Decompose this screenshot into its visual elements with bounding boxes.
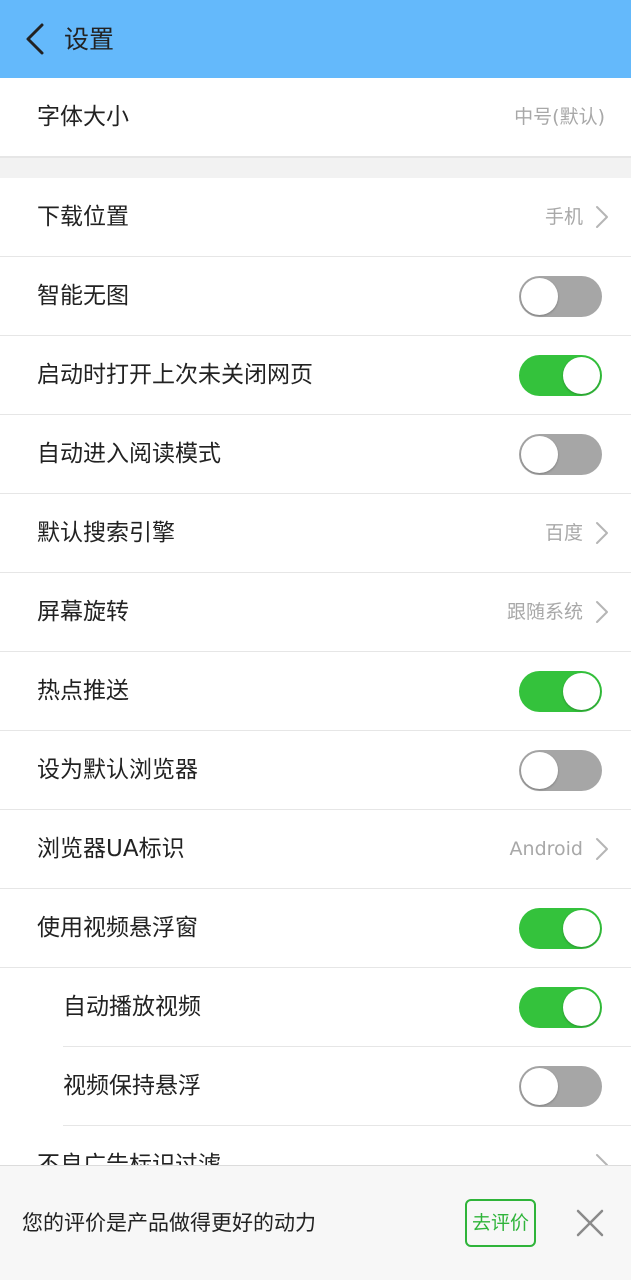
close-rating-button[interactable] [574, 1207, 606, 1239]
chevron-right-icon [596, 206, 608, 228]
setting-row-10[interactable]: 浏览器UA标识 Android [0, 810, 631, 889]
section-gap [0, 157, 631, 178]
toggle-knob [563, 989, 600, 1026]
setting-value: 跟随系统 [506, 601, 583, 623]
rating-prompt-bar: 您的评价是产品做得更好的动力 去评价 [0, 1165, 631, 1280]
setting-label: 智能无图 [37, 283, 129, 309]
setting-value: Android [509, 838, 583, 860]
setting-label: 浏览器UA标识 [37, 836, 185, 862]
toggle-switch[interactable] [519, 671, 602, 712]
row-divider [0, 156, 631, 157]
setting-label: 热点推送 [37, 678, 129, 704]
setting-label: 屏幕旋转 [37, 599, 129, 625]
rating-prompt-text: 您的评价是产品做得更好的动力 [22, 1211, 316, 1235]
setting-value: 手机 [544, 206, 583, 228]
setting-label: 下载位置 [37, 204, 129, 230]
setting-label: 使用视频悬浮窗 [37, 915, 198, 941]
setting-row-2[interactable]: 下载位置 手机 [0, 178, 631, 257]
toggle-knob [563, 910, 600, 947]
toggle-switch[interactable] [519, 276, 602, 317]
setting-label: 设为默认浏览器 [37, 757, 198, 783]
toggle-switch[interactable] [519, 908, 602, 949]
setting-row-3[interactable]: 智能无图 [0, 257, 631, 336]
setting-label: 自动播放视频 [63, 994, 201, 1020]
setting-row-12[interactable]: 自动播放视频 [0, 968, 631, 1047]
setting-row-4[interactable]: 启动时打开上次未关闭网页 [0, 336, 631, 415]
setting-label: 启动时打开上次未关闭网页 [37, 362, 313, 388]
chevron-right-icon [596, 522, 608, 544]
page-title: 设置 [64, 25, 115, 54]
setting-row-6[interactable]: 默认搜索引擎 百度 [0, 494, 631, 573]
toggle-knob [521, 1068, 558, 1105]
setting-row-5[interactable]: 自动进入阅读模式 [0, 415, 631, 494]
setting-label: 字体大小 [37, 104, 129, 130]
setting-value: 百度 [544, 522, 583, 544]
close-icon [576, 1209, 604, 1237]
toggle-switch[interactable] [519, 355, 602, 396]
setting-row-0[interactable]: 字体大小 中号(默认) [0, 78, 631, 157]
toggle-knob [521, 436, 558, 473]
setting-row-11[interactable]: 使用视频悬浮窗 [0, 889, 631, 968]
toggle-switch[interactable] [519, 987, 602, 1028]
setting-value: 中号(默认) [514, 106, 605, 128]
chevron-right-icon [596, 1154, 608, 1165]
toggle-switch[interactable] [519, 750, 602, 791]
toggle-switch[interactable] [519, 1066, 602, 1107]
toggle-knob [521, 752, 558, 789]
setting-row-9[interactable]: 设为默认浏览器 [0, 731, 631, 810]
setting-row-8[interactable]: 热点推送 [0, 652, 631, 731]
setting-label: 不良广告标识过滤 [37, 1152, 221, 1165]
back-button[interactable] [20, 22, 50, 56]
setting-label: 自动进入阅读模式 [37, 441, 221, 467]
setting-row-13[interactable]: 视频保持悬浮 [0, 1047, 631, 1126]
toggle-knob [563, 357, 600, 394]
chevron-right-icon [596, 601, 608, 623]
setting-row-14[interactable]: 不良广告标识过滤 [0, 1126, 631, 1165]
toggle-knob [521, 278, 558, 315]
settings-list[interactable]: 字体大小 中号(默认) 下载位置 手机智能无图启动时打开上次未关闭网页 自动进入阅读模式… [0, 78, 631, 1165]
setting-label: 默认搜索引擎 [37, 520, 175, 546]
rate-button[interactable]: 去评价 [465, 1199, 536, 1247]
toggle-switch[interactable] [519, 434, 602, 475]
chevron-right-icon [596, 838, 608, 860]
app-header: 设置 [0, 0, 631, 78]
back-arrow-icon [26, 23, 44, 55]
setting-row-7[interactable]: 屏幕旋转 跟随系统 [0, 573, 631, 652]
toggle-knob [563, 673, 600, 710]
setting-label: 视频保持悬浮 [63, 1073, 201, 1099]
